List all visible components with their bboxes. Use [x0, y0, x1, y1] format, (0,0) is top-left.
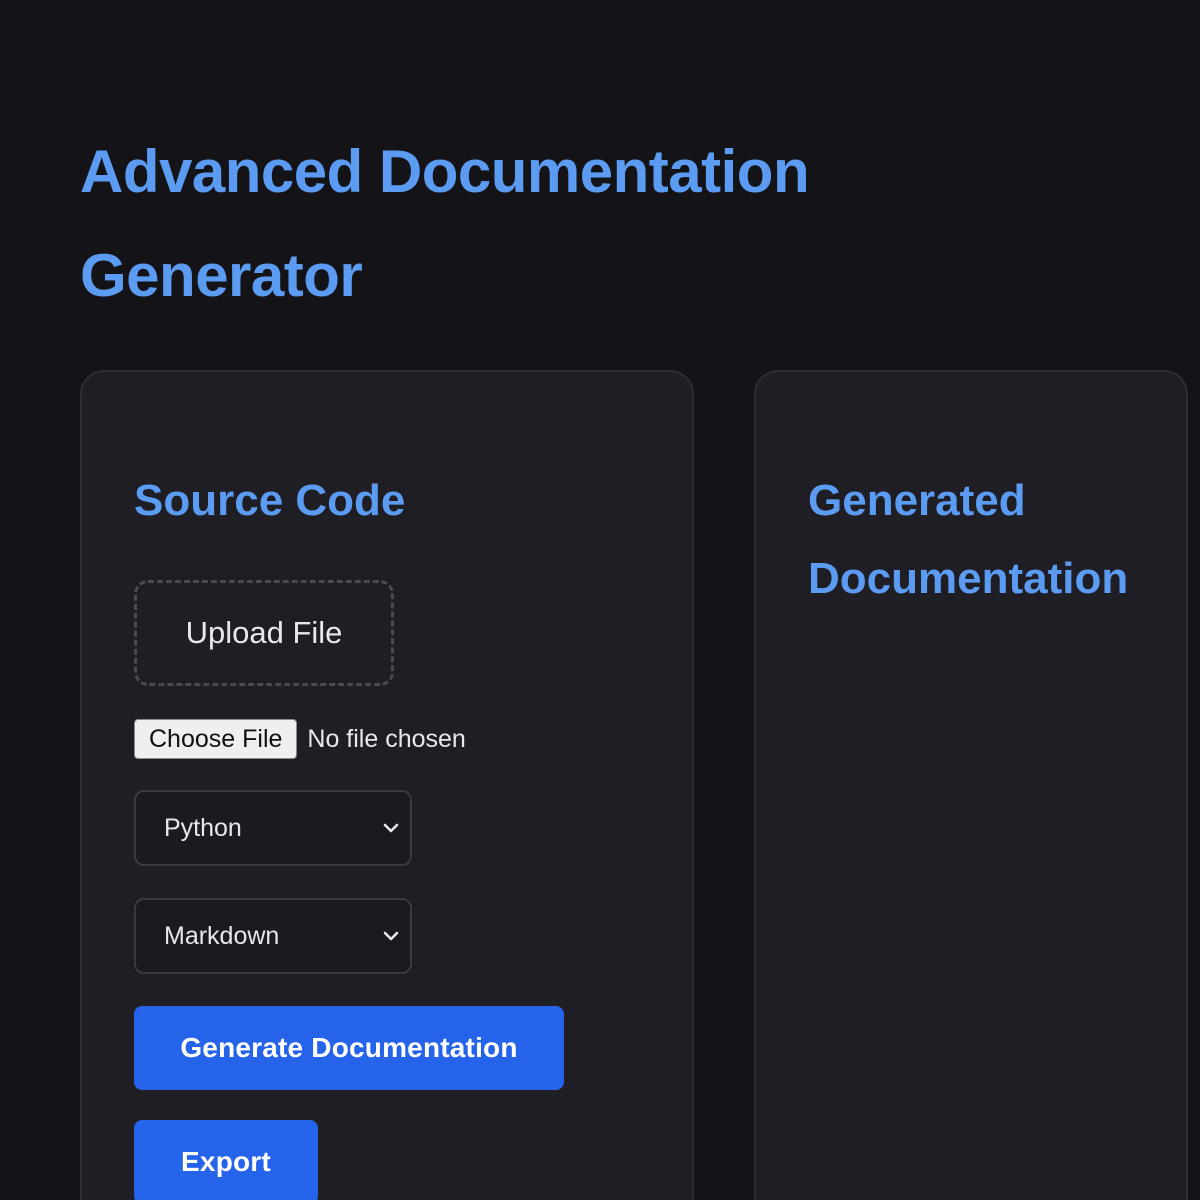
- language-select[interactable]: Python: [134, 790, 412, 866]
- upload-file-dropzone[interactable]: Upload File: [134, 580, 394, 686]
- file-input: Choose File No file chosen: [134, 718, 466, 760]
- file-status-text: No file chosen: [307, 724, 466, 753]
- format-select[interactable]: Markdown: [134, 898, 412, 974]
- source-code-heading: Source Code: [134, 476, 406, 525]
- format-select-value: Markdown: [164, 921, 280, 950]
- export-button[interactable]: Export: [134, 1120, 318, 1200]
- export-label: Export: [181, 1146, 271, 1177]
- generate-documentation-button[interactable]: Generate Documentation: [134, 1006, 564, 1090]
- source-code-panel: Source Code Upload File Choose File No f…: [80, 370, 694, 1200]
- chevron-down-icon: [383, 931, 399, 941]
- generated-documentation-heading: Generated Documentation: [808, 476, 1129, 603]
- choose-file-button[interactable]: Choose File: [134, 719, 298, 759]
- language-select-value: Python: [164, 813, 242, 842]
- page-title: Advanced Documentation Generator: [80, 138, 810, 309]
- chevron-down-icon: [383, 823, 399, 833]
- generated-documentation-panel: Generated Documentation: [754, 370, 1188, 1200]
- page: Advanced Documentation Generator Source …: [0, 0, 1200, 1200]
- upload-file-label: Upload File: [185, 615, 343, 650]
- generate-documentation-label: Generate Documentation: [180, 1032, 518, 1063]
